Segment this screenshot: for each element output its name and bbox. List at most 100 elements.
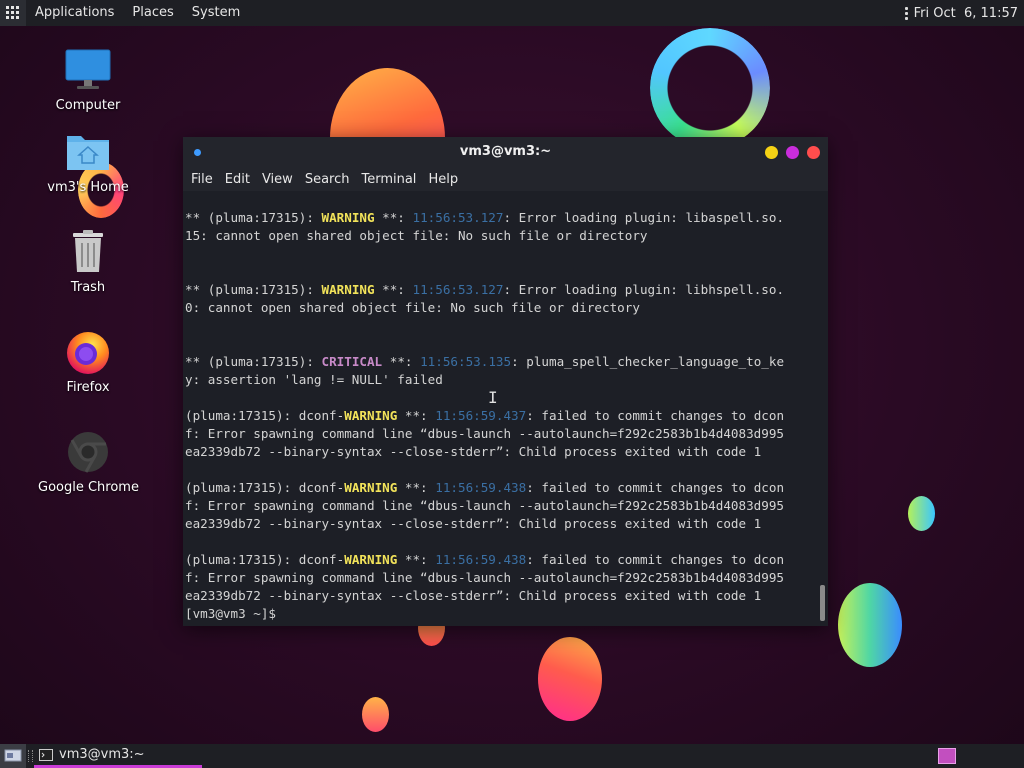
log-text: (pluma:17315): dconf- <box>185 480 345 495</box>
log-text: : failed to commit changes to dcon <box>526 480 785 495</box>
log-text: [vm3@vm3 ~]$ <box>185 606 284 621</box>
log-level: CRITICAL <box>321 354 383 369</box>
terminal-line: ** (pluma:17315): CRITICAL **: 11:56:53.… <box>185 353 828 371</box>
apps-grid-icon[interactable] <box>0 0 26 26</box>
terminal-line: y: assertion 'lang != NULL' failed <box>185 371 828 389</box>
menu-search[interactable]: Search <box>299 172 356 187</box>
home-folder-icon <box>38 128 138 176</box>
menu-view[interactable]: View <box>256 172 299 187</box>
menu-applications[interactable]: Applications <box>26 0 123 26</box>
workspace-switcher[interactable] <box>938 748 956 764</box>
log-text: ** (pluma:17315): <box>185 282 322 297</box>
desktop-icon-label: vm3's Home <box>47 180 129 195</box>
menu-places[interactable]: Places <box>123 0 182 26</box>
close-button[interactable] <box>807 146 820 159</box>
terminal-line: 0: cannot open shared object file: No su… <box>185 299 828 317</box>
log-level: WARNING <box>344 552 398 567</box>
timestamp: 11:56:59.438 <box>435 480 527 495</box>
menu-edit[interactable]: Edit <box>219 172 256 187</box>
terminal-icon <box>39 748 53 761</box>
orange-bubble <box>362 697 389 732</box>
show-desktop-button[interactable] <box>0 744 26 768</box>
green-bubble <box>908 496 935 531</box>
log-level: WARNING <box>321 210 375 225</box>
minimize-button[interactable] <box>765 146 778 159</box>
panel-handle-icon[interactable] <box>904 6 908 20</box>
terminal-line: (pluma:17315): dconf-WARNING **: 11:56:5… <box>185 479 828 497</box>
log-text: **: <box>397 408 436 423</box>
desktop-icon-label: Firefox <box>66 380 110 395</box>
bottom-panel: vm3@vm3:~ <box>0 744 1024 768</box>
green-bubble <box>838 583 902 667</box>
log-text: ea2339db72 --binary-syntax --close-stder… <box>185 516 762 531</box>
desktop-icon-computer[interactable]: Computer <box>38 46 138 113</box>
terminal-line: (pluma:17315): dconf-WARNING **: 11:56:5… <box>185 407 828 425</box>
timestamp: 11:56:59.438 <box>435 552 527 567</box>
desktop-icon-firefox[interactable]: Firefox <box>38 328 138 395</box>
terminal-menubar: File Edit View Search Terminal Help <box>183 167 828 191</box>
menu-system[interactable]: System <box>183 0 249 26</box>
menu-file[interactable]: File <box>185 172 219 187</box>
log-text: 0: cannot open shared object file: No su… <box>185 300 640 315</box>
taskbar-button-label: vm3@vm3:~ <box>59 747 145 762</box>
terminal-titlebar[interactable]: vm3@vm3:~ <box>183 137 828 167</box>
desktop-icon-label: Google Chrome <box>38 480 139 495</box>
terminal-output[interactable]: ** (pluma:17315): WARNING **: 11:56:53.1… <box>183 191 828 626</box>
log-text: **: <box>397 552 436 567</box>
menu-terminal[interactable]: Terminal <box>355 172 422 187</box>
desktop-icon-chrome[interactable]: Google Chrome <box>38 428 139 495</box>
scrollbar[interactable] <box>820 585 825 621</box>
chrome-icon <box>38 428 138 476</box>
log-text: (pluma:17315): dconf- <box>185 552 345 567</box>
log-text: 15: cannot open shared object file: No s… <box>185 228 648 243</box>
green-ring-decoration <box>650 28 770 148</box>
text-cursor-icon: I <box>488 388 498 407</box>
terminal-line: f: Error spawning command line “dbus-lau… <box>185 569 828 587</box>
terminal-line: ** (pluma:17315): WARNING **: 11:56:53.1… <box>185 281 828 299</box>
timestamp: 11:56:53.127 <box>412 210 504 225</box>
log-text: : failed to commit changes to dcon <box>526 552 785 567</box>
panel-separator <box>28 750 33 762</box>
desktop-icon-label: Trash <box>70 280 106 295</box>
desktop-icon-trash[interactable]: Trash <box>38 228 138 295</box>
log-text: f: Error spawning command line “dbus-lau… <box>185 426 784 441</box>
timestamp: 11:56:53.135 <box>420 354 512 369</box>
terminal-line: (pluma:17315): dconf-WARNING **: 11:56:5… <box>185 551 828 569</box>
terminal-line: ea2339db72 --binary-syntax --close-stder… <box>185 443 828 461</box>
log-text: ea2339db72 --binary-syntax --close-stder… <box>185 588 762 603</box>
terminal-line: [vm3@vm3 ~]$ <box>185 605 828 623</box>
desktop-icon-home[interactable]: vm3's Home <box>38 128 138 195</box>
log-text: : failed to commit changes to dcon <box>526 408 785 423</box>
show-desktop-icon <box>4 749 22 762</box>
log-text: **: <box>374 210 413 225</box>
maximize-button[interactable] <box>786 146 799 159</box>
log-text: : pluma_spell_checker_language_to_ke <box>511 354 785 369</box>
menu-help[interactable]: Help <box>422 172 464 187</box>
terminal-window[interactable]: vm3@vm3:~ File Edit View Search Terminal… <box>183 137 828 626</box>
log-level: WARNING <box>344 408 398 423</box>
log-text: ea2339db72 --binary-syntax --close-stder… <box>185 444 762 459</box>
log-text: **: <box>374 282 413 297</box>
terminal-line: ea2339db72 --binary-syntax --close-stder… <box>185 587 828 605</box>
log-level: WARNING <box>344 480 398 495</box>
log-text: **: <box>382 354 421 369</box>
computer-icon <box>38 46 138 94</box>
terminal-line: ea2339db72 --binary-syntax --close-stder… <box>185 515 828 533</box>
desktop-icon-label: Computer <box>55 98 121 113</box>
taskbar-button-terminal[interactable]: vm3@vm3:~ <box>34 744 202 768</box>
clock[interactable]: Fri Oct 6, 11:57 <box>914 6 1018 21</box>
log-text: **: <box>397 480 436 495</box>
log-level: WARNING <box>321 282 375 297</box>
firefox-icon <box>38 328 138 376</box>
top-panel: Applications Places System Fri Oct 6, 11… <box>0 0 1024 26</box>
log-text: ** (pluma:17315): <box>185 210 322 225</box>
orange-bubble <box>538 637 602 721</box>
log-text: y: assertion 'lang != NULL' failed <box>185 372 443 387</box>
